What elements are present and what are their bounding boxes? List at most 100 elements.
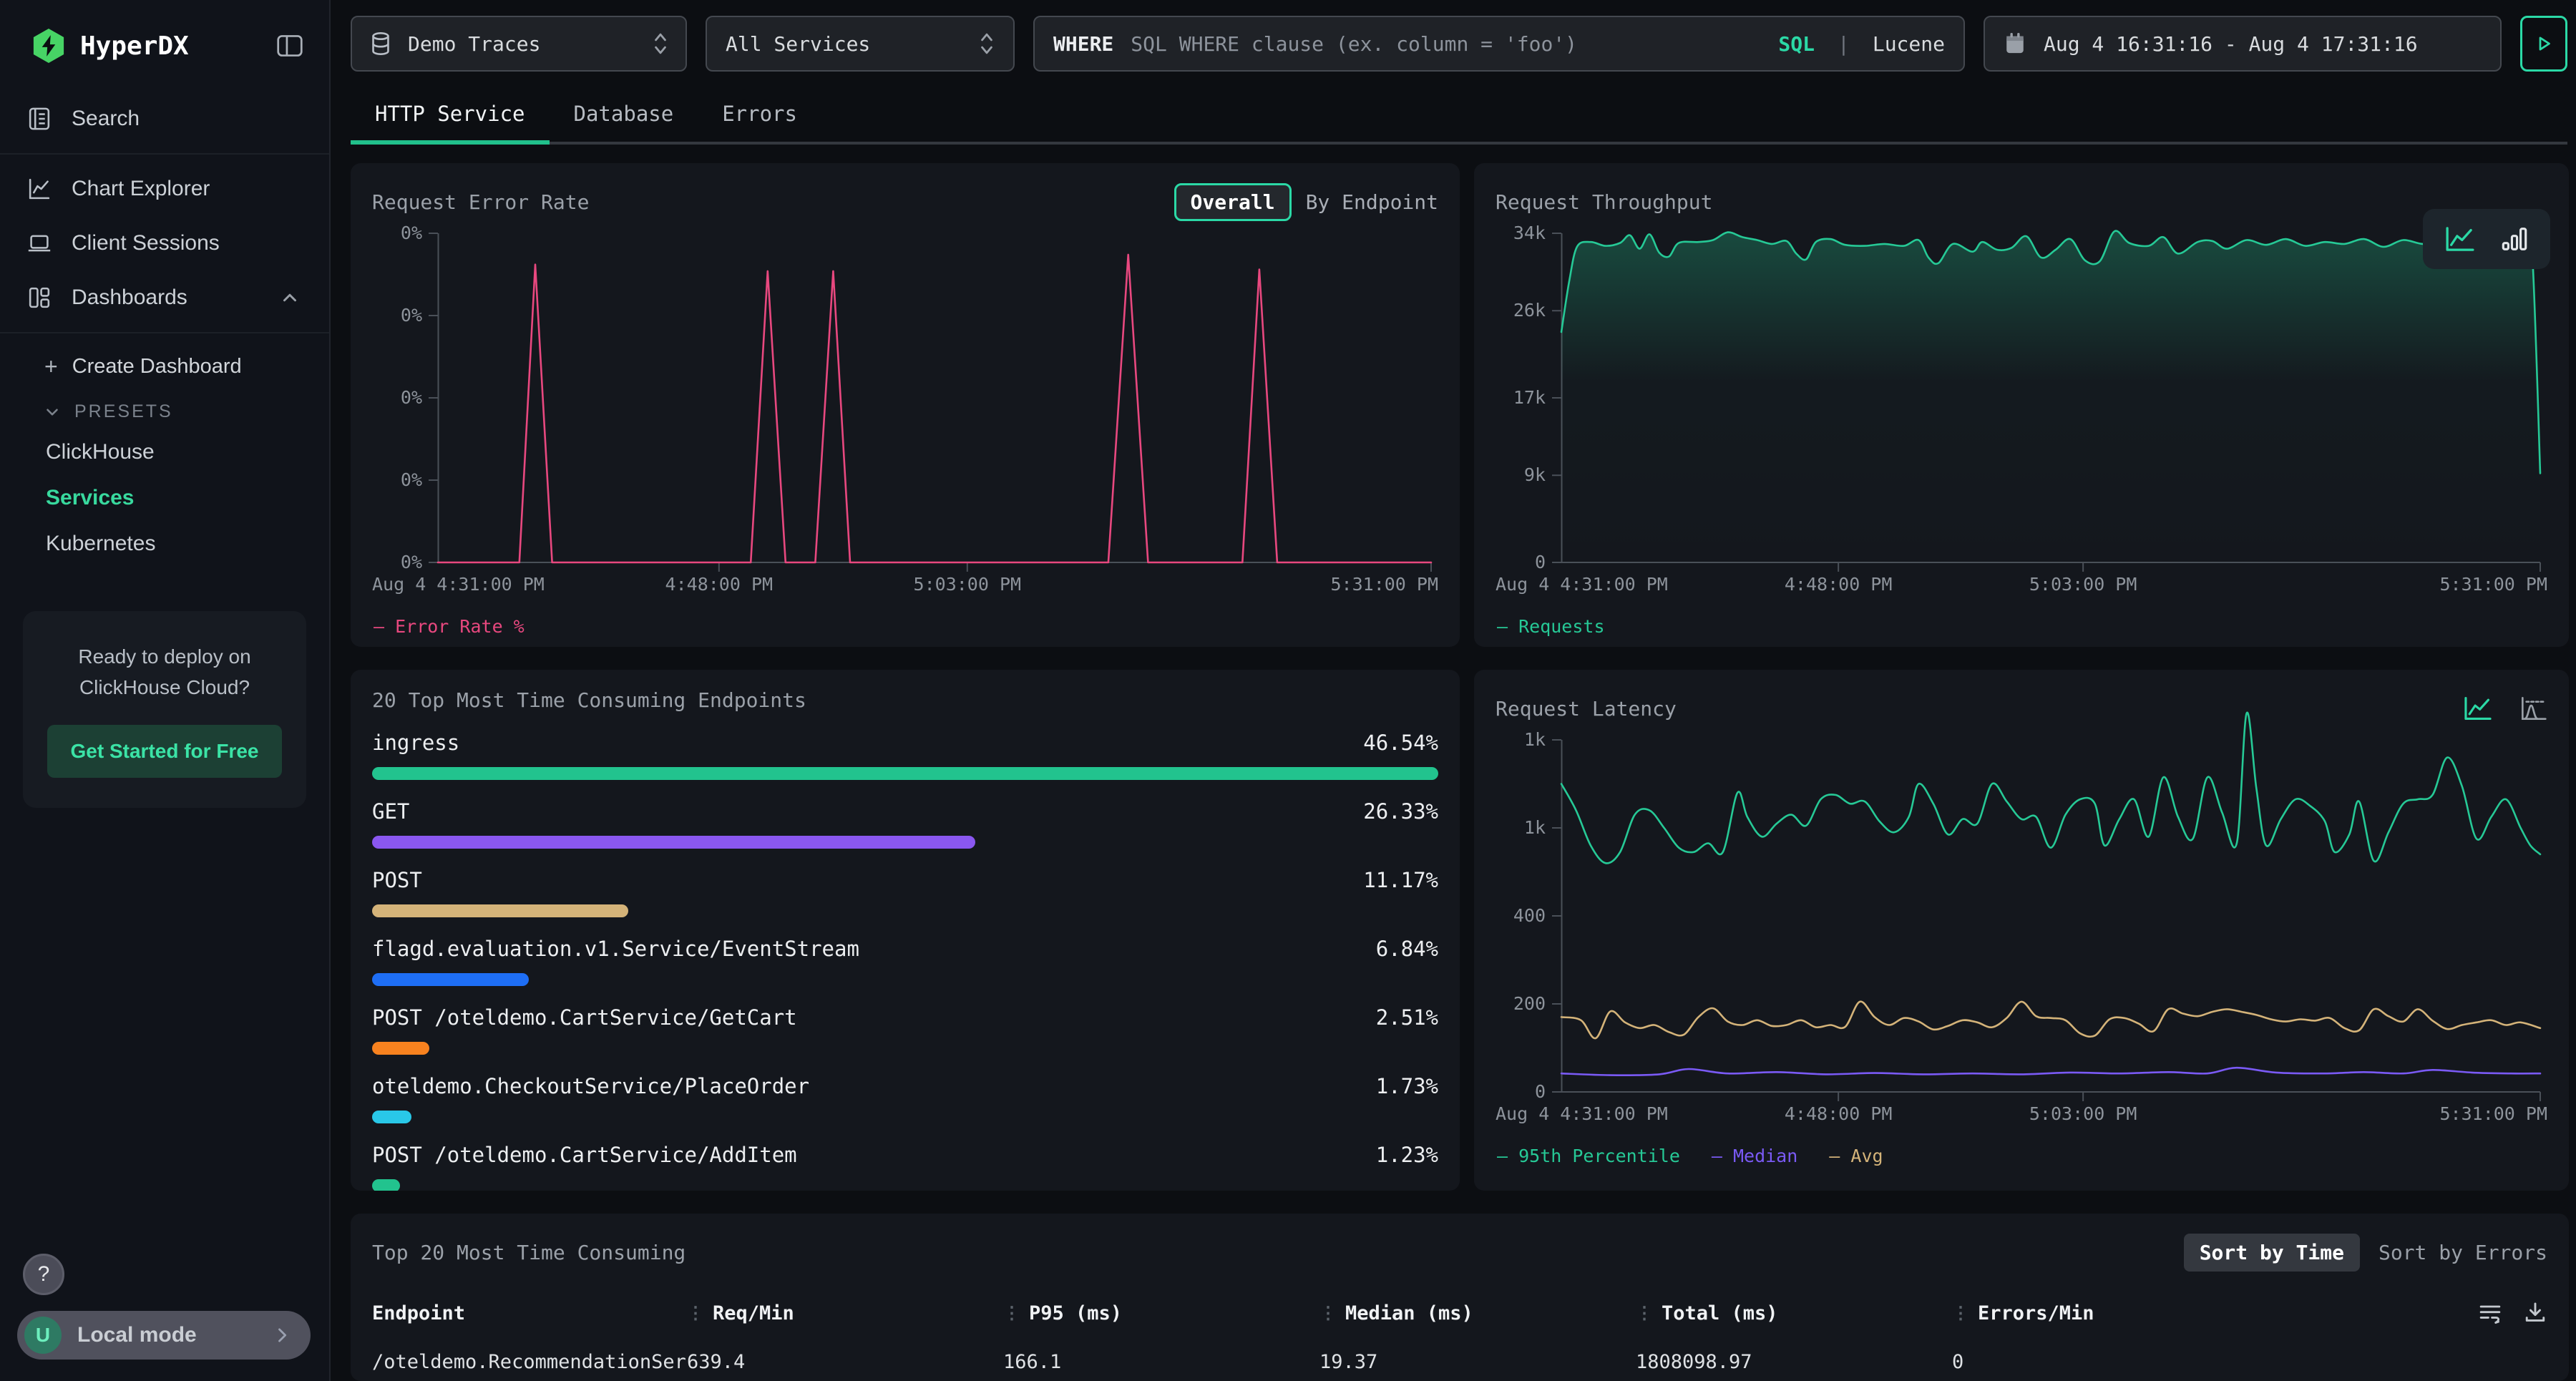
chart-legend: — Error Rate % [374, 616, 525, 637]
wrap-lines-icon[interactable] [2477, 1301, 2503, 1325]
panel-title: Request Throughput [1496, 190, 1712, 214]
endpoint-name: POST [372, 868, 422, 892]
chart-plot[interactable] [438, 233, 1431, 565]
panel-head: Top 20 Most Time Consuming Sort by Time … [372, 1232, 2547, 1272]
throughput-chart[interactable]: 09k17k26k34kAug 4 4:31:00 PM4:48:00 PM5:… [1496, 232, 2547, 637]
table-header-label: Median (ms) [1345, 1302, 1473, 1324]
help-button[interactable]: ? [23, 1254, 64, 1295]
tab-errors[interactable]: Errors [698, 89, 821, 142]
endpoint-row[interactable]: flagd.evaluation.v1.Service/EventStream6… [372, 937, 1438, 986]
endpoint-row[interactable]: ingress46.54% [372, 731, 1438, 780]
sidebar-item-label: Search [72, 107, 301, 131]
hyperdx-logo[interactable]: HyperDX [31, 29, 189, 63]
y-axis-label: 0% [372, 387, 422, 409]
drag-handle-icon[interactable]: ⋮ [1319, 1303, 1337, 1323]
chart-legend-item[interactable]: — Error Rate % [374, 616, 525, 637]
sidebar-item-search[interactable]: Search [0, 92, 329, 146]
download-icon[interactable] [2523, 1301, 2547, 1325]
endpoint-bar [372, 1179, 1438, 1191]
panel-top20-table: Top 20 Most Time Consuming Sort by Time … [351, 1214, 2569, 1381]
service-select[interactable]: All Services [706, 16, 1015, 72]
endpoint-name: flagd.evaluation.v1.Service/EventStream [372, 937, 859, 961]
tab-http-service[interactable]: HTTP Service [351, 89, 550, 142]
chart-legend-item[interactable]: — 95th Percentile [1497, 1146, 1680, 1166]
endpoint-percent: 1.23% [1376, 1143, 1438, 1167]
user-mode-label: Local mode [77, 1323, 256, 1347]
endpoint-bar [372, 1111, 1438, 1123]
endpoint-bar [372, 1042, 1438, 1055]
time-range-picker[interactable]: Aug 4 16:31:16 - Aug 4 17:31:16 [1984, 16, 2502, 72]
where-clause-field[interactable]: WHERE SQL | Lucene [1033, 16, 1965, 72]
chart-plot[interactable] [1561, 740, 2540, 1095]
user-menu[interactable]: U Local mode [17, 1311, 311, 1360]
get-started-button[interactable]: Get Started for Free [47, 725, 282, 778]
drag-handle-icon[interactable]: ⋮ [687, 1303, 704, 1323]
line-chart-icon[interactable] [2463, 695, 2493, 722]
series-line [1561, 1068, 2540, 1075]
endpoint-row[interactable]: POST /oteldemo.CartService/GetCart2.51% [372, 1005, 1438, 1055]
table-header-cell[interactable]: ⋮ Median (ms) [1319, 1302, 1636, 1324]
latency-chart[interactable]: 02004001k1kAug 4 4:31:00 PM4:48:00 PM5:0… [1496, 738, 2547, 1166]
language-lucene-toggle[interactable]: Lucene [1873, 32, 1945, 56]
x-axis-labels: Aug 4 4:31:00 PM4:48:00 PM5:03:00 PM5:31… [1496, 1103, 2547, 1129]
sidebar-item-client-sessions[interactable]: Client Sessions [0, 216, 329, 270]
sidebar-item-dashboards[interactable]: Dashboards [0, 270, 329, 325]
where-input[interactable] [1131, 32, 1761, 56]
x-axis-labels: Aug 4 4:31:00 PM4:48:00 PM5:03:00 PM5:31… [1496, 574, 2547, 600]
sidebar-item-chart-explorer[interactable]: Chart Explorer [0, 162, 329, 216]
tab-database[interactable]: Database [550, 89, 698, 142]
create-dashboard-button[interactable]: + Create Dashboard [0, 341, 329, 387]
endpoint-row[interactable]: POST /oteldemo.CartService/AddItem1.23% [372, 1143, 1438, 1191]
sidebar-item-kubernetes[interactable]: Kubernetes [0, 521, 329, 567]
drag-handle-icon[interactable]: ⋮ [1636, 1303, 1653, 1323]
table-row[interactable]: /oteldemo.RecommendationServ639.4166.119… [372, 1351, 2547, 1373]
table-header-cell[interactable]: Endpoint [372, 1302, 687, 1324]
panel-title: Request Error Rate [372, 190, 589, 214]
play-icon [2533, 33, 2555, 54]
sidebar-header: HyperDX [0, 0, 329, 82]
sidebar-collapse-icon[interactable] [276, 34, 303, 58]
endpoint-percent: 1.73% [1376, 1074, 1438, 1098]
y-axis-label: 9k [1496, 464, 1546, 486]
series-line [438, 255, 1431, 562]
chevron-up-icon [279, 287, 301, 308]
grid-icon [26, 284, 53, 311]
chart-legend-item[interactable]: — Median [1712, 1146, 1797, 1166]
endpoint-row[interactable]: oteldemo.CheckoutService/PlaceOrder1.73% [372, 1074, 1438, 1123]
run-query-button[interactable] [2520, 16, 2567, 72]
overall-button[interactable]: Overall [1174, 183, 1292, 221]
table-header-label: P95 (ms) [1029, 1302, 1122, 1324]
table-header-cell[interactable]: ⋮Errors/Min [1952, 1302, 2454, 1324]
chart-legend-item[interactable]: — Avg [1829, 1146, 1883, 1166]
laptop-icon [26, 230, 53, 257]
source-select[interactable]: Demo Traces [351, 16, 687, 72]
by-endpoint-button[interactable]: By Endpoint [1306, 190, 1438, 214]
chart-plot[interactable] [1561, 233, 2540, 565]
sort-by-time-button[interactable]: Sort by Time [2184, 1234, 2360, 1272]
drag-handle-icon[interactable]: ⋮ [1003, 1303, 1020, 1323]
endpoint-row[interactable]: GET26.33% [372, 799, 1438, 849]
sort-by-errors-button[interactable]: Sort by Errors [2379, 1241, 2547, 1264]
x-axis-label: 5:31:00 PM [1330, 574, 1438, 595]
histogram-icon[interactable] [2519, 695, 2547, 722]
language-sql-toggle[interactable]: SQL [1778, 32, 1815, 56]
line-chart-icon [2444, 225, 2476, 253]
sidebar-item-clickhouse[interactable]: ClickHouse [0, 429, 329, 475]
panel-request-throughput: Request Throughput 09k17k26k34kAug 4 4:3… [1474, 163, 2569, 647]
sidebar-item-services[interactable]: Services [0, 475, 329, 521]
chart-type-toolbar [2423, 209, 2550, 269]
endpoint-row-head: GET26.33% [372, 799, 1438, 824]
table-cell: 639.4 [687, 1351, 1003, 1373]
table-header-cell[interactable]: ⋮Total (ms) [1636, 1302, 1952, 1324]
y-axis-label: 0% [372, 305, 422, 326]
table-cell: 166.1 [1003, 1351, 1319, 1373]
endpoint-row[interactable]: POST11.17% [372, 868, 1438, 917]
error-rate-chart[interactable]: 0%0%0%0%0%Aug 4 4:31:00 PM4:48:00 PM5:03… [372, 232, 1438, 637]
presets-toggle[interactable]: PRESETS [0, 387, 329, 429]
sidebar-item-label: Chart Explorer [72, 177, 301, 201]
table-header-cell[interactable]: ⋮Req/Min [687, 1302, 1003, 1324]
panel-title: 20 Top Most Time Consuming Endpoints [372, 688, 806, 712]
chart-legend-item[interactable]: — Requests [1497, 616, 1605, 637]
drag-handle-icon[interactable]: ⋮ [1952, 1303, 1969, 1323]
table-header-cell[interactable]: ⋮ P95 (ms) [1003, 1302, 1319, 1324]
